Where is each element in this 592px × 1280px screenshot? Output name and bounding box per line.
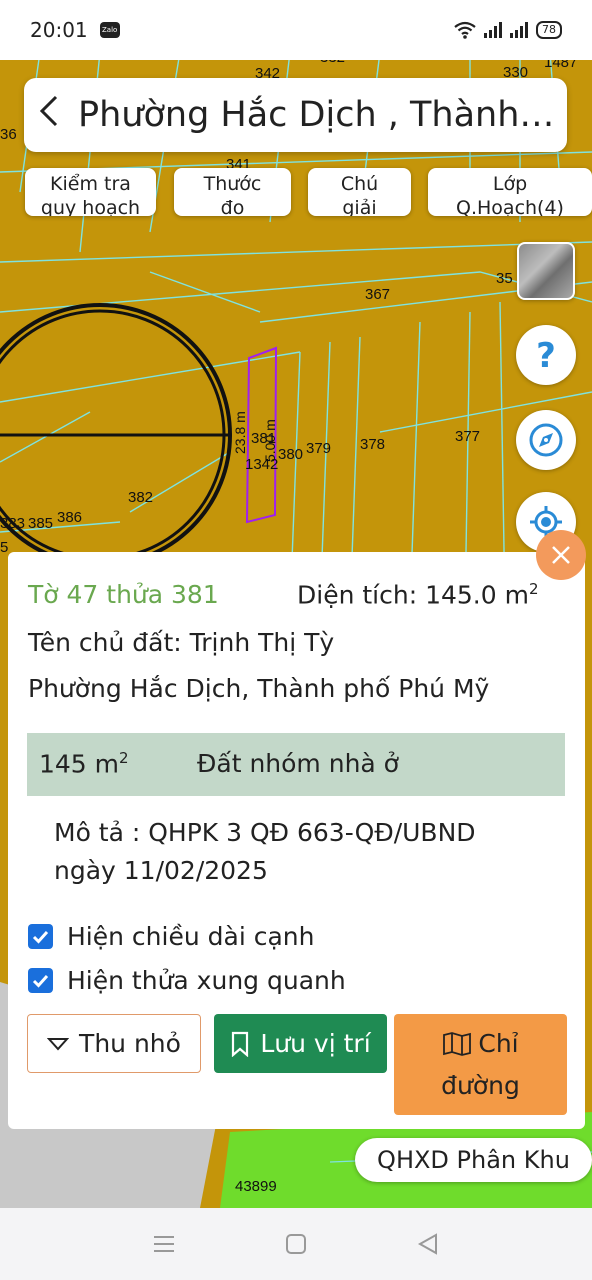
close-icon <box>552 546 570 564</box>
save-location-button[interactable]: Lưu vị trí <box>214 1014 387 1073</box>
help-button[interactable]: ? <box>516 325 576 385</box>
area-unit-sup: 2 <box>528 580 539 598</box>
satellite-layer-toggle[interactable] <box>517 242 575 300</box>
checkbox-checked-icon[interactable] <box>28 924 53 949</box>
clock: 20:01 <box>30 18 88 42</box>
map-icon <box>443 1031 472 1056</box>
minimize-button[interactable]: Thu nhỏ <box>27 1014 201 1073</box>
compass-icon <box>529 423 563 457</box>
chip-sublabel: quy hoạch <box>40 197 141 216</box>
close-panel-button[interactable] <box>536 530 586 580</box>
parcel-info-panel: Tờ 47 thửa 381 Diện tích: 145.0 m2 Tên c… <box>8 530 586 1129</box>
zalo-notification-icon: Zalo <box>99 22 120 38</box>
ruler-chip[interactable]: Thước đo <box>174 168 291 216</box>
land-type: Đất nhóm nhà ở <box>197 749 399 778</box>
map-label: 386 <box>57 509 83 526</box>
map-label: 380 <box>278 446 304 463</box>
home-icon[interactable] <box>285 1233 307 1255</box>
check-planning-chip[interactable]: Kiểm tra quy hoạch <box>25 168 156 216</box>
map-label: 382 <box>128 489 154 506</box>
land-use-row: 145 m2 Đất nhóm nhà ở <box>27 733 565 796</box>
question-icon: ? <box>536 337 556 373</box>
legend-chip[interactable]: Chú giải <box>308 168 411 216</box>
location-header[interactable]: Phường Hắc Dịch , Thành p... <box>24 78 567 152</box>
wifi-icon <box>454 21 476 39</box>
signal-icon <box>484 22 502 38</box>
planning-layer-pill[interactable]: QHXD Phân Khu <box>355 1138 592 1182</box>
map-label: 367 <box>365 286 391 303</box>
planning-description: Mô tả : QHPK 3 QĐ 663-QĐ/UBND ngày 11/02… <box>54 814 534 890</box>
chip-sublabel: Q.Hoạch(4) <box>456 197 564 216</box>
checkbox-label: Hiện chiều dài cạnh <box>67 922 315 951</box>
chip-label: Lớp <box>492 173 528 195</box>
map-label: 43899 <box>235 1178 277 1195</box>
edge-length-label: 23.8 m <box>232 411 248 454</box>
minimize-label: Thu nhỏ <box>79 1029 181 1058</box>
land-area-value: 145 m <box>39 749 120 779</box>
parcel-area: Diện tích: 145.0 m2 <box>297 580 539 609</box>
map-label: 379 <box>306 440 332 457</box>
directions-label: Chỉ <box>478 1028 519 1058</box>
compass-button[interactable] <box>516 410 576 470</box>
back-nav-icon[interactable] <box>417 1233 439 1255</box>
parcel-address: Phường Hắc Dịch, Thành phố Phú Mỹ <box>28 674 490 703</box>
description-line: Mô tả : QHPK 3 QĐ 663-QĐ/UBND <box>54 818 476 847</box>
chip-sublabel: đo <box>220 197 245 216</box>
directions-label-2: đường <box>441 1070 520 1100</box>
map-label: 36 <box>0 126 17 143</box>
triangle-down-icon <box>47 1037 70 1050</box>
chip-label: Chú <box>340 173 379 195</box>
chip-sublabel: giải <box>342 197 377 216</box>
system-nav-bar <box>0 1208 592 1280</box>
checkbox-label: Hiện thửa xung quanh <box>67 966 346 995</box>
sheet-parcel-number: Tờ 47 thửa 381 <box>28 580 219 609</box>
bookmark-icon <box>232 1031 249 1057</box>
battery-icon: 78 <box>536 21 562 39</box>
recent-apps-icon[interactable] <box>153 1234 175 1254</box>
map-label: 385 <box>28 515 54 532</box>
chip-label: Kiểm tra <box>50 173 131 195</box>
map-label: 5 <box>0 539 9 556</box>
layer-chip[interactable]: Lớp Q.Hoạch(4) <box>428 168 592 216</box>
land-area: 145 m2 <box>39 749 129 778</box>
back-arrow-icon[interactable] <box>38 94 78 137</box>
map-label: 378 <box>360 436 386 453</box>
show-edges-checkbox[interactable]: Hiện chiều dài cạnh <box>28 922 314 951</box>
map-label: 383 <box>0 515 26 532</box>
show-neighbors-checkbox[interactable]: Hiện thửa xung quanh <box>28 966 346 995</box>
map-label: 377 <box>455 428 481 445</box>
description-line: ngày 11/02/2025 <box>54 856 268 885</box>
signal-icon-2 <box>510 22 528 38</box>
checkbox-checked-icon[interactable] <box>28 968 53 993</box>
chip-label: Thước <box>203 173 262 195</box>
area-label: Diện tích: 145.0 m <box>297 580 529 610</box>
owner-name: Tên chủ đất: Trịnh Thị Tỳ <box>28 628 335 657</box>
svg-text:?: ? <box>536 337 556 373</box>
directions-button[interactable]: Chỉ đường <box>394 1014 567 1115</box>
map-label: 35 <box>496 270 513 287</box>
location-title: Phường Hắc Dịch , Thành p... <box>78 95 567 135</box>
save-label: Lưu vị trí <box>260 1029 371 1058</box>
status-bar: 20:01 Zalo 78 <box>0 0 592 60</box>
edge-length-label: 5.00 m <box>262 419 278 462</box>
land-area-sup: 2 <box>119 749 129 767</box>
